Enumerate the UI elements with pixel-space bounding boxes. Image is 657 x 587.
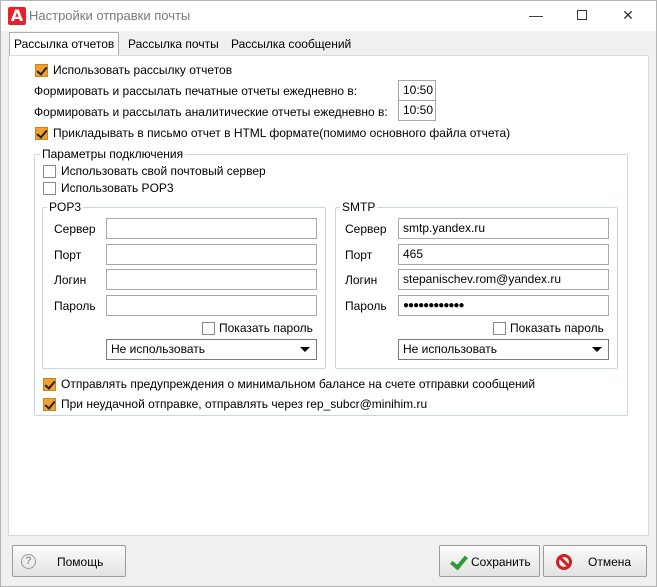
pop3-server-label: Сервер: [54, 222, 96, 236]
help-icon: ?: [21, 554, 36, 569]
pop3-login-label: Логин: [54, 273, 87, 287]
cancel-button[interactable]: Отмена: [543, 545, 647, 577]
use-pop3-label: Использовать POP3: [61, 181, 174, 195]
smtp-server-input[interactable]: smtp.yandex.ru: [398, 218, 609, 239]
pop3-encryption-value: Не использовать: [111, 342, 205, 356]
pop3-encryption-select[interactable]: Не использовать: [106, 339, 317, 360]
print-reports-time-input[interactable]: 10:50: [398, 80, 436, 101]
save-button-label: Сохранить: [471, 555, 531, 569]
pop3-title: POP3: [47, 200, 84, 214]
pop3-show-password-label: Показать пароль: [219, 321, 313, 335]
minimize-button[interactable]: —: [513, 1, 559, 31]
close-button[interactable]: ✕: [605, 1, 651, 31]
smtp-login-label: Логин: [345, 273, 378, 287]
chevron-down-icon: [592, 347, 602, 352]
smtp-password-label: Пароль: [345, 299, 387, 313]
tab-message-mailing[interactable]: Рассылка сообщений: [227, 33, 355, 55]
pop3-login-input[interactable]: [106, 269, 317, 290]
maximize-icon: [577, 10, 587, 20]
smtp-login-input[interactable]: stepanischev.rom@yandex.ru: [398, 269, 609, 290]
use-mailing-checkbox[interactable]: [35, 64, 48, 77]
attach-html-label: Прикладывать в письмо отчет в HTML форма…: [53, 126, 511, 140]
attach-html-checkbox[interactable]: [35, 127, 48, 140]
title-bar: A Настройки отправки почты — ✕: [1, 1, 656, 31]
min-balance-warning-checkbox[interactable]: [43, 378, 56, 391]
print-reports-label: Формировать и рассылать печатные отчеты …: [34, 84, 358, 98]
use-mailing-label: Использовать рассылку отчетов: [53, 63, 233, 77]
smtp-title: SMTP: [340, 200, 378, 214]
cancel-button-label: Отмена: [588, 555, 632, 569]
use-pop3-checkbox[interactable]: [43, 182, 56, 195]
fallback-send-checkbox[interactable]: [43, 398, 56, 411]
pop3-show-password-checkbox[interactable]: [202, 322, 215, 335]
cancel-icon: [556, 554, 572, 570]
smtp-encryption-value: Не использовать: [403, 342, 497, 356]
window-title: Настройки отправки почты: [29, 8, 191, 23]
help-button-label: Помощь: [57, 555, 104, 569]
tab-panel-report-mailing: Использовать рассылку отчетов Формироват…: [8, 55, 649, 536]
analytic-reports-label: Формировать и рассылать аналитические от…: [34, 105, 388, 119]
pop3-password-label: Пароль: [54, 299, 96, 313]
pop3-port-label: Порт: [54, 248, 82, 262]
own-server-label: Использовать свой почтовый сервер: [61, 164, 266, 178]
own-server-checkbox[interactable]: [43, 165, 56, 178]
smtp-port-label: Порт: [345, 248, 373, 262]
smtp-show-password-label: Показать пароль: [510, 321, 604, 335]
maximize-button[interactable]: [559, 1, 605, 31]
smtp-show-password-checkbox[interactable]: [493, 322, 506, 335]
smtp-server-label: Сервер: [345, 222, 387, 236]
analytic-reports-time-input[interactable]: 10:50: [398, 100, 436, 121]
help-button[interactable]: ? Помощь: [12, 545, 126, 577]
tab-mail-mailing[interactable]: Рассылка почты: [124, 33, 223, 55]
fallback-send-label: При неудачной отправке, отправлять через…: [61, 397, 428, 411]
pop3-password-input[interactable]: [106, 295, 317, 316]
save-button[interactable]: Сохранить: [439, 545, 540, 577]
smtp-encryption-select[interactable]: Не использовать: [398, 339, 609, 360]
chevron-down-icon: [300, 347, 310, 352]
app-logo-icon: A: [8, 6, 26, 25]
settings-window: A Настройки отправки почты — ✕ Рассылка …: [0, 0, 657, 587]
min-balance-warning-label: Отправлять предупреждения о минимальном …: [61, 377, 536, 391]
checkmark-icon: [450, 554, 466, 570]
connection-settings-title: Параметры подключения: [40, 147, 186, 161]
smtp-password-input[interactable]: ●●●●●●●●●●●●: [398, 295, 609, 316]
smtp-port-input[interactable]: 465: [398, 244, 609, 265]
tab-report-mailing[interactable]: Рассылка отчетов: [9, 32, 120, 55]
pop3-server-input[interactable]: [106, 218, 317, 239]
pop3-port-input[interactable]: [106, 244, 317, 265]
